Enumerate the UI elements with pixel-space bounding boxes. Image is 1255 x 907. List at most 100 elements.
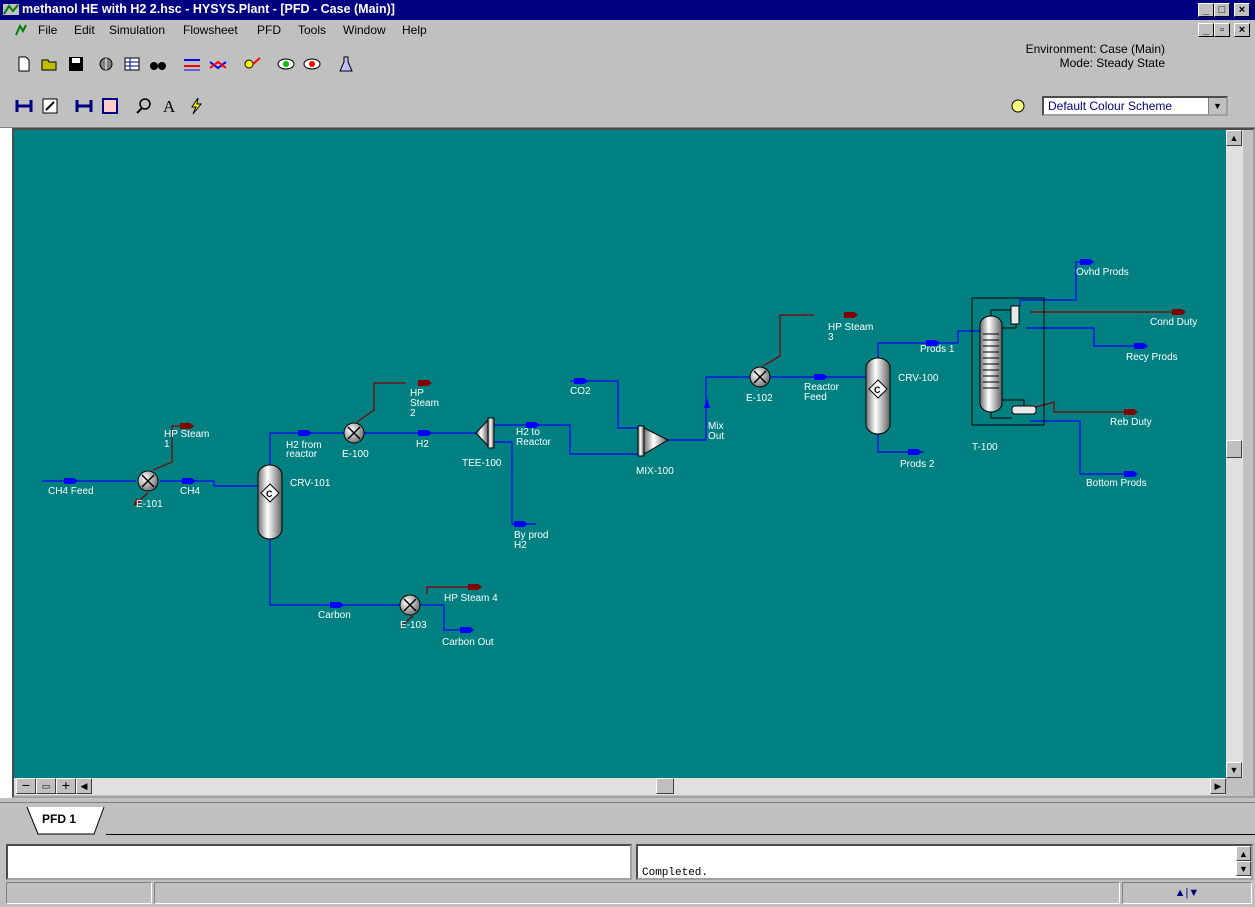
horizontal-scrollbar[interactable]: − ▭ + ◀ ▶ <box>14 778 1226 795</box>
stream-label-hp-steam-1[interactable]: HP Steam <box>164 429 209 440</box>
stream-label-hp-steam-3-num[interactable]: 3 <box>828 332 834 343</box>
stream-label-prods-2[interactable]: Prods 2 <box>900 459 935 470</box>
stream-label-h2[interactable]: H2 <box>416 439 429 450</box>
pfd-diagram: C C CH4 Feed E-101 CH4 HP Steam 1 CRV-10… <box>42 259 1197 648</box>
status-message: Completed. <box>642 867 709 879</box>
unit-label-mix100[interactable]: MIX-100 <box>636 466 674 477</box>
menu-edit[interactable]: Edit <box>74 23 95 37</box>
stream-label-reb-duty[interactable]: Reb Duty <box>1110 417 1152 428</box>
menu-pfd[interactable]: PFD <box>257 23 281 37</box>
stream-label-recy-prods[interactable]: Recy Prods <box>1126 352 1178 363</box>
workbook-icon[interactable] <box>122 54 142 74</box>
stream-label-prods-1[interactable]: Prods 1 <box>920 344 955 355</box>
stream-label-co2[interactable]: CO2 <box>570 386 591 397</box>
open-folder-icon[interactable] <box>40 54 60 74</box>
colour-scheme-icon[interactable] <box>1008 96 1028 116</box>
red-eye-icon[interactable] <box>302 54 322 74</box>
reactor-crv100[interactable]: C <box>865 357 891 435</box>
text-tool-icon[interactable]: A <box>160 96 180 116</box>
zoom-fit-button[interactable]: ▭ <box>36 778 56 794</box>
heat-exchanger-e103[interactable] <box>399 594 421 616</box>
binoculars-icon[interactable] <box>148 54 168 74</box>
chevron-down-icon[interactable]: ▼ <box>1208 98 1226 114</box>
mixer-100[interactable] <box>637 425 670 457</box>
colour-scheme-select[interactable]: Default Colour Scheme ▼ <box>1042 96 1228 116</box>
scroll-left-icon[interactable]: ◀ <box>76 778 92 794</box>
stream-label-bottom-prods[interactable]: Bottom Prods <box>1086 478 1147 489</box>
lightning-icon[interactable] <box>186 96 206 116</box>
attach-mode-icon[interactable] <box>74 96 94 116</box>
unit-label-t100[interactable]: T-100 <box>972 442 998 453</box>
break-connection-icon[interactable] <box>100 96 120 116</box>
flask-icon[interactable] <box>336 54 356 74</box>
hysys-app-icon[interactable] <box>3 2 19 17</box>
unit-label-e100[interactable]: E-100 <box>342 449 369 460</box>
stream-label-carbon-out[interactable]: Carbon Out <box>442 637 494 648</box>
connect-icon[interactable] <box>242 54 262 74</box>
unit-label-tee100[interactable]: TEE-100 <box>462 458 502 469</box>
save-icon[interactable] <box>66 54 86 74</box>
stream-label-hp-steam-3[interactable]: HP Steam <box>828 322 873 333</box>
maximize-button[interactable]: □ <box>1214 3 1230 17</box>
horizontal-scroll-thumb[interactable] <box>656 778 674 794</box>
stream-label-ovhd-prods[interactable]: Ovhd Prods <box>1076 267 1129 278</box>
menu-window[interactable]: Window <box>343 23 386 37</box>
menu-simulation[interactable]: Simulation <box>109 23 165 37</box>
status-scroll-up-icon[interactable]: ▲ <box>1236 846 1251 861</box>
scroll-up-icon[interactable]: ▲ <box>1226 130 1242 146</box>
new-file-icon[interactable] <box>14 54 34 74</box>
tee-100[interactable] <box>475 417 495 449</box>
stream-label-carbon[interactable]: Carbon <box>318 610 351 621</box>
status-updown-icon[interactable]: ▲|▼ <box>1122 882 1252 904</box>
zoom-out-button[interactable]: − <box>16 778 36 794</box>
doc-close-button[interactable]: × <box>1234 23 1250 37</box>
minimize-button[interactable]: _ <box>1198 3 1214 17</box>
scroll-right-icon[interactable]: ▶ <box>1210 778 1226 794</box>
unit-label-crv100[interactable]: CRV-100 <box>898 373 939 384</box>
stream-label-h2-to-reactor-2[interactable]: Reactor <box>516 437 552 448</box>
unit-label-e101[interactable]: E-101 <box>136 499 163 510</box>
menu-flowsheet[interactable]: Flowsheet <box>183 23 238 37</box>
main-toolbar: Environment: Case (Main) Mode: Steady St… <box>0 40 1255 88</box>
stream-label-by-prod-h2[interactable]: H2 <box>514 540 527 551</box>
pfd-canvas[interactable]: C C CH4 Feed E-101 CH4 HP Steam 1 CRV-10… <box>14 130 1226 778</box>
stream-label-hp-steam-1-num[interactable]: 1 <box>164 439 170 450</box>
heat-exchanger-e101[interactable] <box>137 470 159 492</box>
menu-file[interactable]: File <box>38 23 57 37</box>
energy-stream-icon[interactable] <box>208 54 228 74</box>
colour-scheme-value: Default Colour Scheme <box>1048 99 1173 113</box>
unit-label-crv101[interactable]: CRV-101 <box>290 478 331 489</box>
unit-label-e102[interactable]: E-102 <box>746 393 773 404</box>
object-palette-icon[interactable] <box>96 54 116 74</box>
menu-help[interactable]: Help <box>402 23 427 37</box>
doc-restore-button[interactable]: ▫ <box>1214 23 1230 37</box>
material-stream-icon[interactable] <box>182 54 202 74</box>
stream-label-mix-out-2[interactable]: Out <box>708 431 724 442</box>
column-t100[interactable] <box>971 297 1045 426</box>
stream-label-hp-steam-4[interactable]: HP Steam 4 <box>444 593 498 604</box>
stream-label-ch4[interactable]: CH4 <box>180 486 200 497</box>
heat-exchanger-e102[interactable] <box>749 366 771 388</box>
stream-label-cond-duty[interactable]: Cond Duty <box>1150 317 1197 328</box>
menu-tools[interactable]: Tools <box>298 23 326 37</box>
zoom-icon[interactable] <box>134 96 154 116</box>
close-button[interactable]: × <box>1234 3 1250 17</box>
vertical-scroll-thumb[interactable] <box>1226 440 1242 458</box>
document-icon[interactable] <box>14 23 28 37</box>
reactor-crv101[interactable]: C <box>257 464 283 540</box>
status-scroll-down-icon[interactable]: ▼ <box>1236 861 1251 876</box>
heat-exchanger-e100[interactable] <box>343 422 365 444</box>
scroll-down-icon[interactable]: ▼ <box>1226 762 1242 778</box>
vertical-scrollbar[interactable]: ▲ ▼ <box>1226 130 1243 778</box>
doc-minimize-button[interactable]: _ <box>1198 23 1214 37</box>
stream-label-reactor-feed-2[interactable]: Feed <box>804 392 827 403</box>
green-eye-icon[interactable] <box>276 54 296 74</box>
menu-bar: File Edit Simulation Flowsheet PFD Tools… <box>0 20 1255 40</box>
stream-label-ch4-feed[interactable]: CH4 Feed <box>48 486 94 497</box>
zoom-all-icon[interactable] <box>40 96 60 116</box>
stream-label-hp-steam-2-c[interactable]: 2 <box>410 408 416 419</box>
zoom-in-button[interactable]: + <box>56 778 76 794</box>
stream-label-h2-from-reactor-2[interactable]: reactor <box>286 449 318 460</box>
unit-label-e103[interactable]: E-103 <box>400 620 427 631</box>
size-mode-icon[interactable] <box>14 96 34 116</box>
